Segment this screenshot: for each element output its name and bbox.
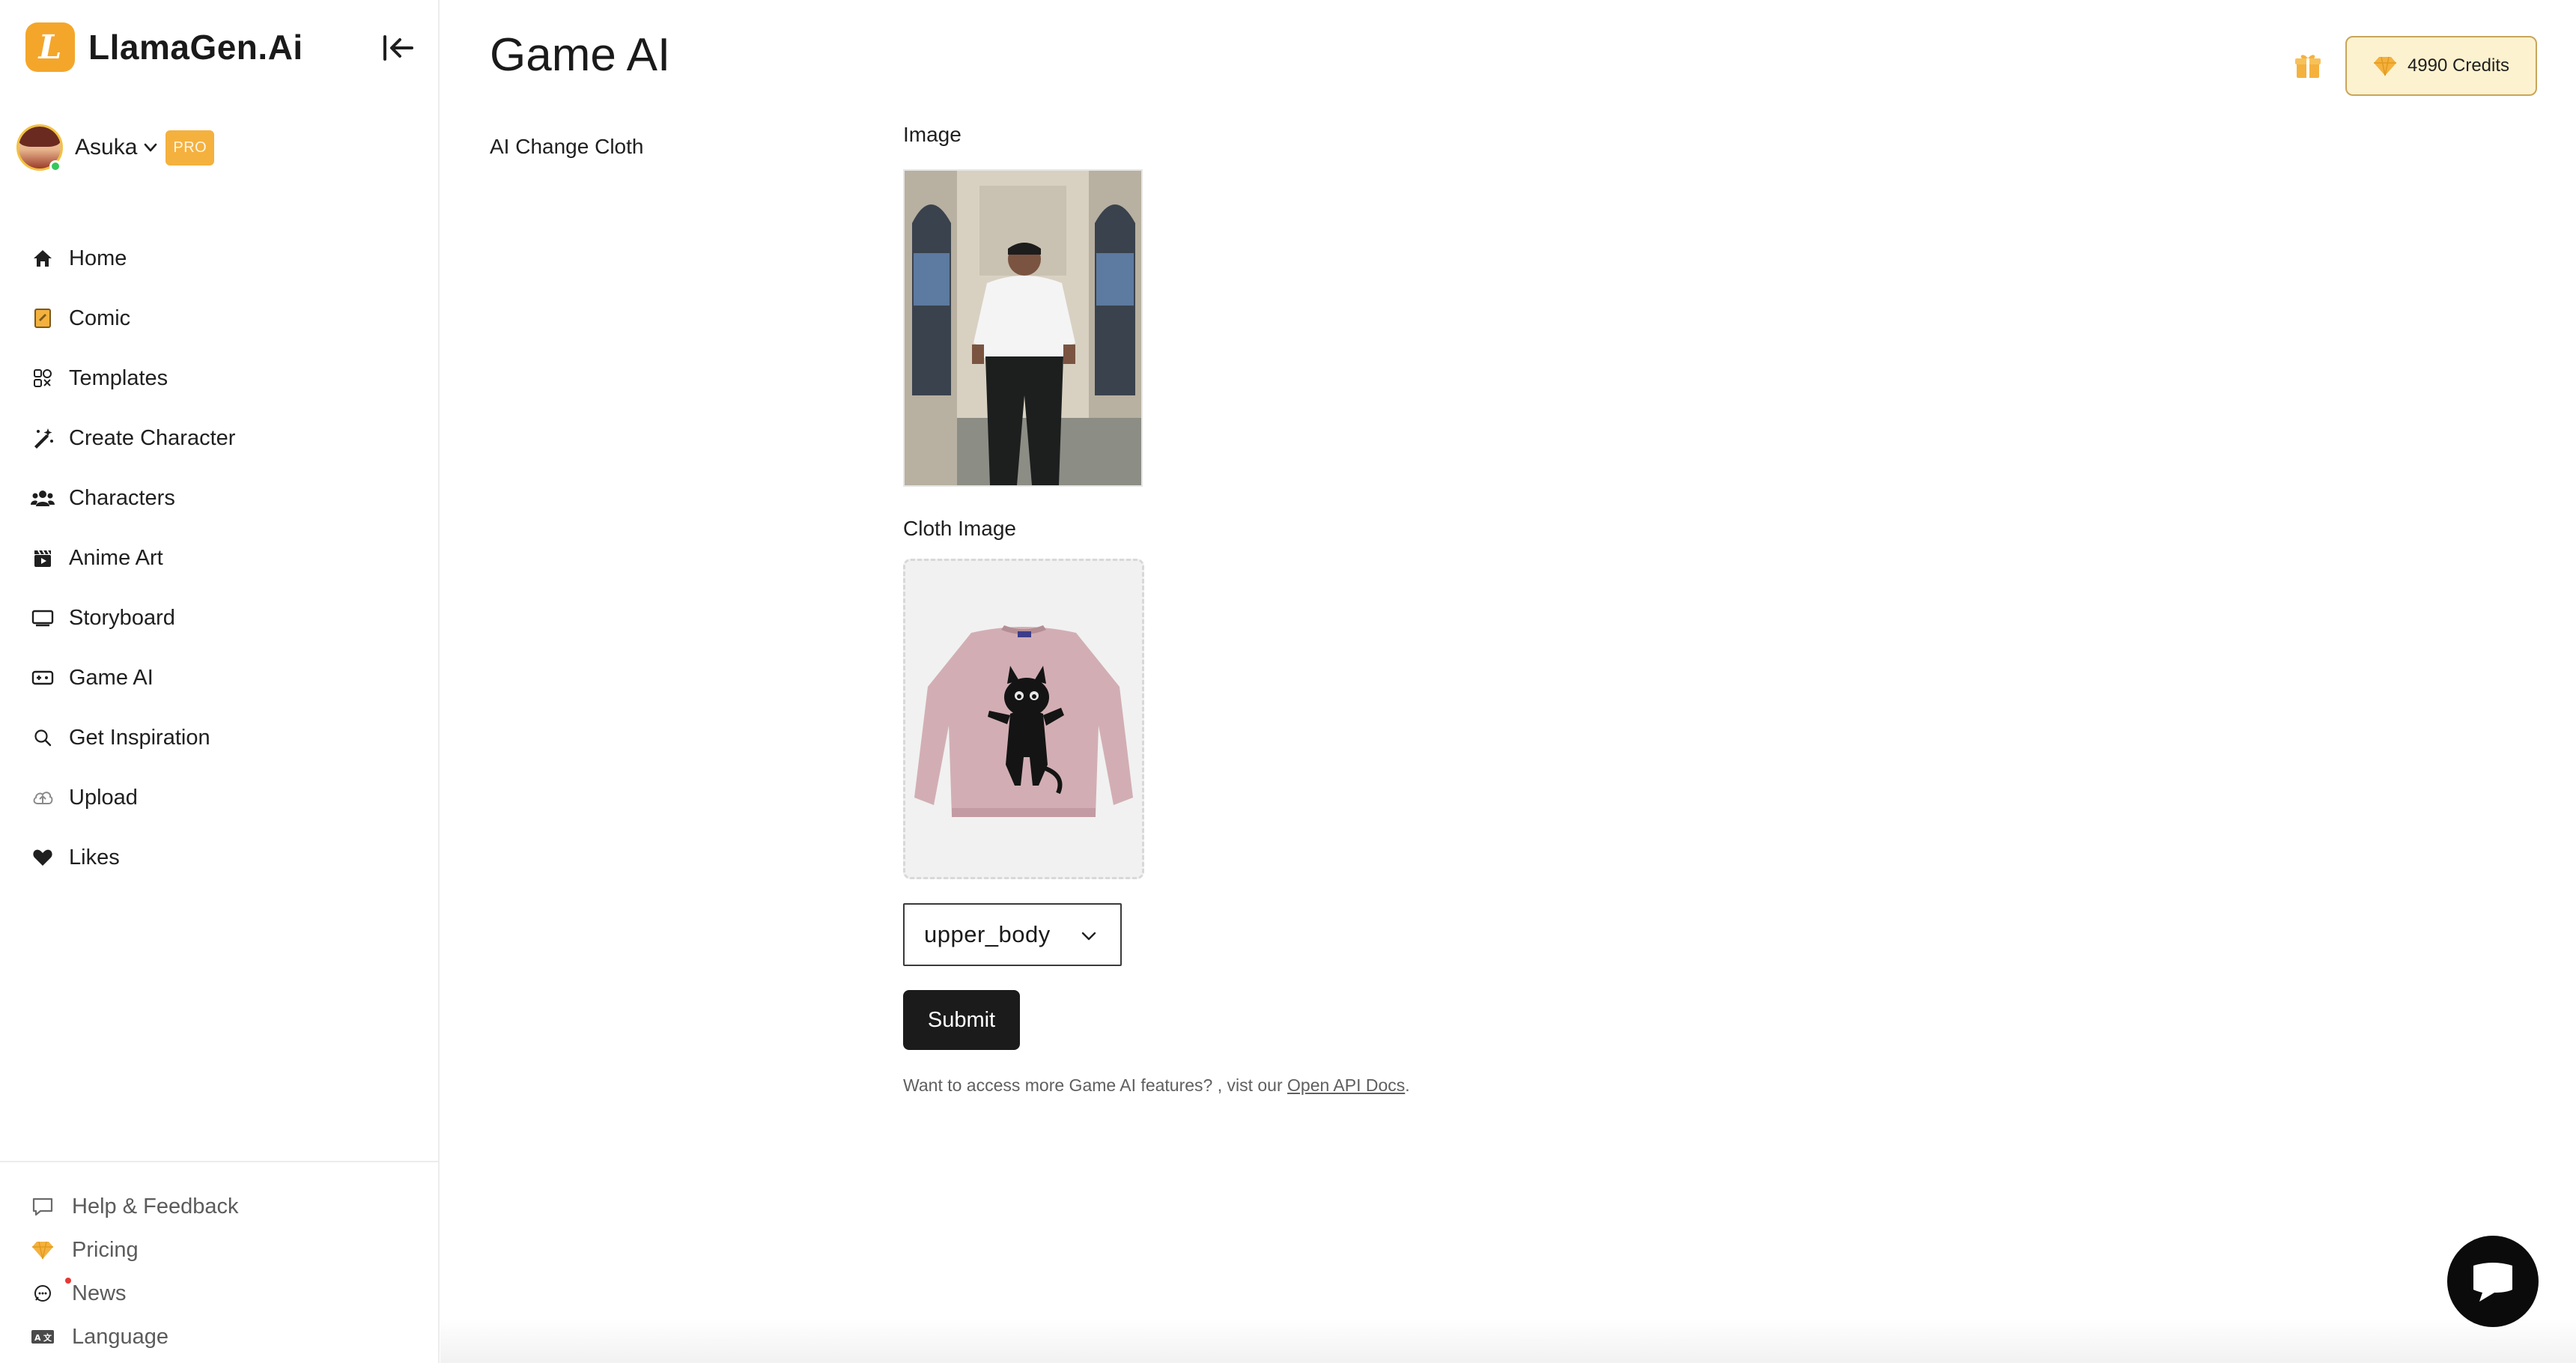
- sidebar-divider: [0, 1161, 440, 1162]
- person-image-upload[interactable]: [903, 169, 1143, 487]
- chat-support-button[interactable]: [2447, 1236, 2539, 1327]
- sidebar-item-pricing[interactable]: Pricing: [30, 1228, 238, 1272]
- gift-icon: [2295, 55, 2321, 78]
- magic-wand-icon: [30, 425, 55, 451]
- pro-badge: PRO: [165, 130, 215, 166]
- chat-bubble-icon: [30, 1194, 55, 1219]
- sidebar-item-create-character[interactable]: Create Character: [30, 408, 235, 468]
- brand-name: LlamaGen.Ai: [88, 28, 303, 67]
- collapse-left-icon: [383, 35, 413, 61]
- sweater-photo: [905, 561, 1142, 877]
- sidebar-item-get-inspiration[interactable]: Get Inspiration: [30, 708, 235, 768]
- sidebar-item-game-ai[interactable]: Game AI: [30, 648, 235, 708]
- person-photo: [905, 171, 1141, 485]
- users-icon: [30, 485, 55, 511]
- bottom-fade: [440, 1318, 2576, 1363]
- brand-logo[interactable]: L LlamaGen.Ai: [25, 22, 303, 72]
- sidebar-item-help-feedback[interactable]: Help & Feedback: [30, 1185, 238, 1228]
- gamepad-icon: [30, 665, 55, 690]
- svg-text:文: 文: [43, 1332, 52, 1343]
- page-title: Game AI: [490, 29, 671, 81]
- sidebar-nav: Home Comic Templates Create Character Ch…: [30, 228, 235, 887]
- sidebar-item-comic[interactable]: Comic: [30, 288, 235, 348]
- storyboard-icon: [30, 605, 55, 631]
- submit-button[interactable]: Submit: [903, 990, 1020, 1050]
- news-icon: [30, 1281, 55, 1306]
- clapperboard-icon: [30, 545, 55, 571]
- gift-button[interactable]: [2293, 51, 2323, 81]
- api-docs-note: Want to access more Game AI features? , …: [903, 1075, 1410, 1095]
- cloth-type-select[interactable]: upper_body: [903, 903, 1122, 966]
- sidebar-footer: Help & Feedback Pricing News A文 Language: [30, 1185, 238, 1359]
- image-label: Image: [903, 123, 962, 146]
- language-icon: A文: [30, 1324, 55, 1350]
- sidebar-item-news[interactable]: News: [30, 1272, 238, 1315]
- credits-button[interactable]: 4990 Credits: [2345, 36, 2537, 96]
- sidebar-item-anime-art[interactable]: Anime Art: [30, 528, 235, 588]
- sidebar-item-likes[interactable]: Likes: [30, 828, 235, 887]
- comic-icon: [30, 306, 55, 331]
- chevron-down-icon: [145, 143, 157, 152]
- chat-icon: [2473, 1263, 2512, 1302]
- online-status-dot: [49, 160, 61, 172]
- sidebar-item-templates[interactable]: Templates: [30, 348, 235, 408]
- cloth-image-upload[interactable]: [903, 559, 1144, 879]
- sidebar: L LlamaGen.Ai Asuka PRO Home Comic Templ…: [0, 0, 440, 1363]
- credits-label: 4990 Credits: [2407, 55, 2510, 76]
- user-menu[interactable]: Asuka PRO: [16, 124, 215, 171]
- feature-label: AI Change Cloth: [490, 135, 644, 158]
- chevron-down-icon: [1081, 932, 1096, 941]
- sidebar-item-upload[interactable]: Upload: [30, 768, 235, 828]
- svg-text:A: A: [34, 1333, 41, 1343]
- news-unread-dot: [65, 1278, 71, 1284]
- sidebar-item-language[interactable]: A文 Language: [30, 1315, 238, 1359]
- logo-icon: L: [25, 22, 75, 72]
- user-name: Asuka: [75, 135, 138, 160]
- diamond-icon: [2373, 56, 2396, 76]
- open-api-docs-link[interactable]: Open API Docs: [1287, 1075, 1405, 1095]
- diamond-icon: [30, 1237, 55, 1263]
- search-icon: [30, 725, 55, 750]
- sidebar-item-storyboard[interactable]: Storyboard: [30, 588, 235, 648]
- sidebar-item-characters[interactable]: Characters: [30, 468, 235, 528]
- sidebar-item-home[interactable]: Home: [30, 228, 235, 288]
- upload-icon: [30, 785, 55, 810]
- heart-icon: [30, 845, 55, 870]
- home-icon: [30, 246, 55, 271]
- collapse-sidebar-button[interactable]: [379, 30, 418, 66]
- cloth-type-value: upper_body: [924, 921, 1051, 947]
- cloth-image-label: Cloth Image: [903, 517, 1016, 540]
- templates-icon: [30, 365, 55, 391]
